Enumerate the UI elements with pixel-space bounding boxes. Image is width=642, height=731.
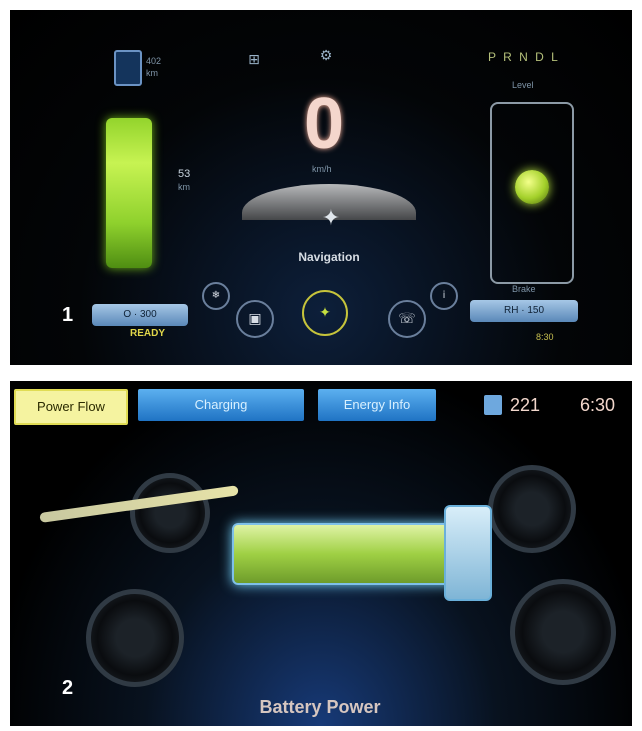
battery-unit: km	[178, 182, 190, 192]
navigation-button[interactable]: ✦	[302, 290, 348, 336]
dashboard-panel-1: 402 km ⊞ ⚙ P R N D L Level 53 km 0 km/h …	[10, 10, 632, 365]
left-range-pill: O · 300	[92, 304, 188, 326]
fuel-unit: km	[146, 68, 158, 78]
seat-icon: ⊞	[248, 52, 260, 68]
speed-unit: km/h	[312, 164, 332, 174]
gear-indicator: P R N D L	[488, 50, 560, 64]
tab-energy-info[interactable]: Energy Info	[318, 389, 436, 421]
wheel-front-right	[510, 579, 616, 685]
phone-button[interactable]: ☏	[388, 300, 426, 338]
battery-cap	[444, 505, 492, 601]
right-bottom-label: Brake	[512, 284, 536, 294]
wheel-rear-left	[130, 473, 210, 553]
wheel-rear-right	[488, 465, 576, 553]
speed-value: 0	[303, 84, 345, 164]
panel-number-1: 1	[62, 304, 74, 326]
range-icon	[484, 395, 502, 415]
clock: 8:30	[536, 332, 554, 342]
fuel-icon	[114, 50, 142, 86]
clock: 6:30	[580, 395, 616, 415]
efficiency-ball	[515, 170, 549, 204]
compass-icon: ✦	[321, 206, 341, 231]
info-button[interactable]: i	[430, 282, 458, 310]
dashboard-panel-2: Power Flow Charging Energy Info 221 6:30…	[10, 381, 632, 726]
right-top-label: Level	[512, 80, 534, 90]
battery-pack	[232, 523, 456, 585]
fuel-value: 402	[146, 56, 162, 66]
panel-number-2: 2	[62, 677, 74, 699]
tab-charging[interactable]: Charging	[138, 389, 304, 421]
battery-range-gauge	[106, 118, 152, 268]
climate-button[interactable]: ❄	[202, 282, 230, 310]
ready-indicator: READY	[130, 328, 166, 339]
tab-power-flow[interactable]: Power Flow	[14, 389, 128, 425]
navigation-label: Navigation	[298, 250, 360, 264]
battery-value: 53	[178, 168, 191, 180]
gear-icon: ⚙	[319, 48, 333, 64]
range-value: 221	[510, 395, 541, 415]
wheel-front-left	[86, 589, 184, 687]
audio-button[interactable]: ▣	[236, 300, 274, 338]
right-range-pill: RH · 150	[470, 300, 578, 322]
battery-power-caption: Battery Power	[259, 697, 381, 717]
